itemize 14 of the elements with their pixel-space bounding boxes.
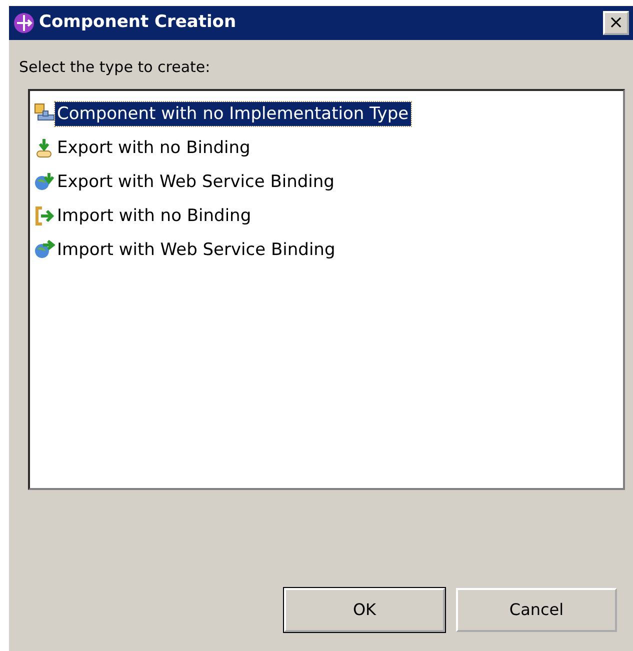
type-list-item[interactable]: Import with no Binding [55, 204, 254, 228]
ok-button[interactable]: OK [284, 588, 445, 632]
right-arrow-icon [33, 204, 55, 226]
window-title: Component Creation [39, 11, 236, 34]
prompt-label: Select the type to create: [19, 57, 212, 78]
globe-arrow-icon [33, 238, 55, 260]
type-list-item[interactable]: Export with Web Service Binding [55, 170, 336, 194]
type-list-item[interactable]: Import with Web Service Binding [55, 238, 338, 262]
type-list-item[interactable]: Export with no Binding [55, 136, 252, 160]
globe-arrow-icon [33, 170, 55, 192]
close-button[interactable]: × [603, 11, 629, 35]
type-list-item[interactable]: Component with no Implementation Type [55, 102, 411, 126]
app-icon [13, 12, 35, 34]
cancel-button[interactable]: Cancel [456, 588, 617, 632]
